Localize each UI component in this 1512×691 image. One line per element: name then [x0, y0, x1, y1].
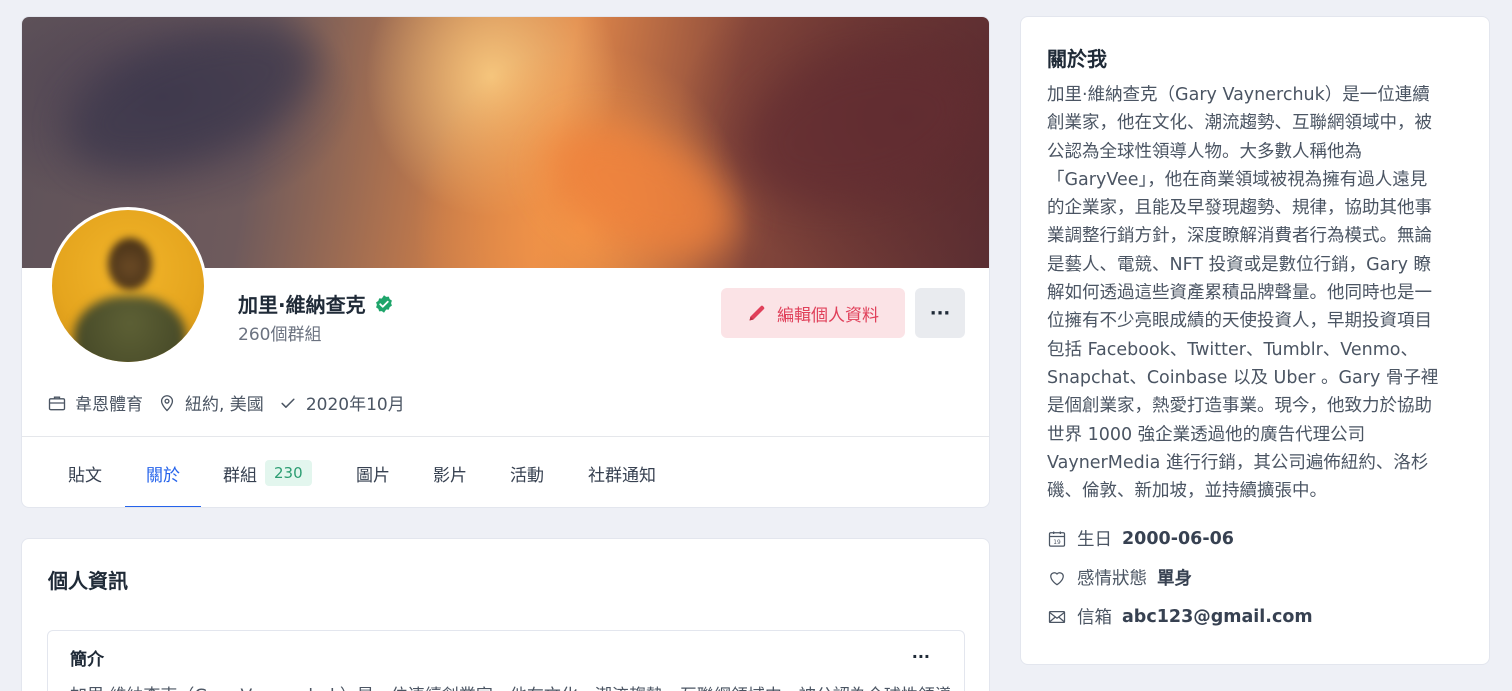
company-text: 韋恩體育: [75, 395, 143, 415]
about-line: 磯、倫敦、新加坡，並持續擴張中。: [1047, 481, 1327, 502]
about-line: 包括 Facebook、Twitter、Tumblr、Venmo、: [1047, 339, 1419, 360]
joined-text: 2020年10月: [305, 395, 405, 415]
tab-label: 圖片: [356, 465, 390, 486]
meta-company: 韋恩體育: [47, 390, 143, 415]
verified-badge-icon: [375, 294, 392, 313]
tab-videos[interactable]: 影片: [433, 437, 467, 507]
about-line: 世界 1000 強企業透過他的廣告代理公司: [1047, 424, 1366, 445]
relationship-value: 單身: [1157, 569, 1192, 589]
ellipsis-icon: ···: [929, 302, 951, 324]
email-row: 信箱 abc123@gmail.com: [1047, 604, 1313, 629]
tab-photos[interactable]: 圖片: [356, 437, 390, 507]
about-line: 創業家，他在文化、潮流趨勢、互聯網領域中，被: [1047, 113, 1432, 134]
about-line: 解如何透過這些資產累積品牌聲量。他同時也是一: [1047, 283, 1432, 304]
avatar[interactable]: [49, 207, 207, 365]
tab-label: 群組: [223, 465, 257, 486]
profile-tabs: 貼文 關於 群組 230 圖片 影片 活動 社群通知: [22, 437, 989, 507]
pencil-icon: [749, 305, 765, 321]
about-line: 公認為全球性領導人物。大多數人稱他為: [1047, 141, 1362, 162]
heart-icon: [1050, 571, 1064, 585]
about-line: VaynerMedia 進行行銷，其公司遍佈紐約、洛杉: [1047, 452, 1429, 473]
birthday-label: 生日: [1077, 530, 1112, 550]
edit-profile-label: 編輯個人資料: [777, 305, 879, 326]
section-title: 個人資訊: [48, 569, 128, 593]
profile-card: 加里·維納查克 260個群組 編輯個人資料 ··· 韋恩體育 紐約, 美國 20…: [21, 16, 990, 508]
about-line: 加里·維納查克（Gary Vaynerchuk）是一位連續: [1047, 85, 1430, 105]
email-value[interactable]: abc123@gmail.com: [1122, 607, 1313, 627]
tab-label: 影片: [433, 465, 467, 486]
about-line: 位擁有不少亮眼成績的天使投資人，早期投資項目: [1047, 311, 1432, 332]
birthday-value: 2000-06-06: [1122, 528, 1234, 549]
groups-badge: 230: [265, 460, 312, 486]
relationship-row: 感情狀態 單身: [1047, 565, 1192, 590]
svg-text:19: 19: [1053, 540, 1061, 546]
tab-label: 活動: [510, 465, 544, 486]
about-title: 關於我: [1047, 47, 1107, 71]
location-text: 紐約, 美國: [185, 395, 264, 415]
groups-count: 260個群組: [238, 325, 322, 345]
profile-name: 加里·維納查克: [238, 293, 366, 317]
about-me-card: 關於我 加里·維納查克（Gary Vaynerchuk）是一位連續 創業家，他在…: [1020, 16, 1490, 665]
location-pin-icon: [160, 394, 174, 411]
intro-panel: 簡介 ··· 加里·維納查克（Gary Vaynerchuk）是一位連續創業家，…: [47, 630, 965, 691]
tab-about[interactable]: 關於: [125, 437, 201, 507]
tab-community-notifications[interactable]: 社群通知: [588, 437, 656, 507]
meta-joined: 2020年10月: [278, 390, 405, 415]
birthday-row: 19 生日 2000-06-06: [1047, 526, 1234, 551]
meta-location: 紐約, 美國: [157, 390, 264, 415]
briefcase-icon: [48, 396, 66, 410]
about-line: 的企業家，且能及早發現趨勢、規律，協助其他事: [1047, 198, 1432, 219]
tab-label: 貼文: [68, 465, 102, 486]
intro-text: 加里·維納查克（Gary Vaynerchuk）是一位連續創業家，他在文化、潮流…: [70, 681, 950, 691]
calendar-icon: 19: [1048, 531, 1066, 547]
about-line: 是個創業家，熱愛打造事業。現今，他致力於協助: [1047, 396, 1432, 417]
tab-posts[interactable]: 貼文: [68, 437, 102, 507]
tab-label: 社群通知: [588, 465, 656, 486]
tab-label: 關於: [146, 465, 180, 486]
personal-info-card: 個人資訊 簡介 ··· 加里·維納查克（Gary Vaynerchuk）是一位連…: [21, 538, 990, 691]
about-line: 「GaryVee」，他在商業領域被視為擁有過人遠見: [1047, 169, 1428, 190]
envelope-icon: [1048, 610, 1066, 623]
more-options-button[interactable]: ···: [915, 288, 965, 338]
intro-more-button[interactable]: ···: [912, 647, 930, 666]
tab-groups[interactable]: 群組 230: [223, 437, 312, 507]
about-line: 業調整行銷方針，深度瞭解消費者行為模式。無論: [1047, 226, 1432, 247]
about-line: 是藝人、電競、NFT 投資或是數位行銷，Gary 瞭: [1047, 254, 1431, 275]
email-label: 信箱: [1077, 608, 1112, 628]
tab-events[interactable]: 活動: [510, 437, 544, 507]
check-icon: [281, 398, 295, 408]
edit-profile-button[interactable]: 編輯個人資料: [721, 288, 905, 338]
about-description: 加里·維納查克（Gary Vaynerchuk）是一位連續 創業家，他在文化、潮…: [1047, 81, 1467, 505]
about-line: Snapchat、Coinbase 以及 Uber 。Gary 骨子裡: [1047, 367, 1439, 388]
relationship-label: 感情狀態: [1077, 569, 1147, 589]
intro-label: 簡介: [70, 650, 104, 670]
